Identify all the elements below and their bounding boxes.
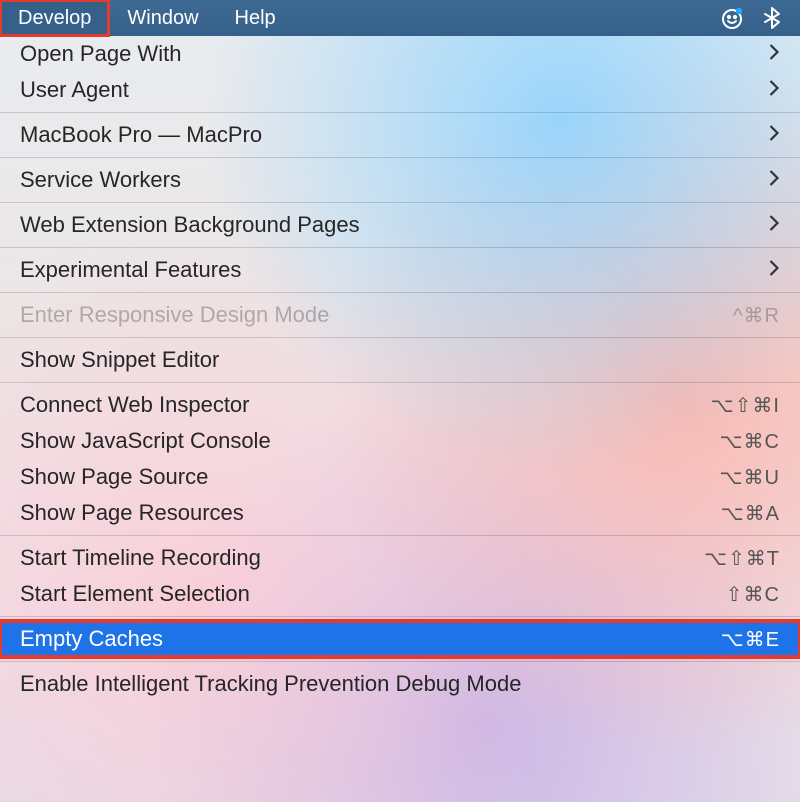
menu-item-enable-intelligent-tracking-prevention-debug-mode[interactable]: Enable Intelligent Tracking Prevention D… <box>0 666 800 702</box>
menu-item-label: Show JavaScript Console <box>20 428 720 454</box>
menu-item-enter-responsive-design-mode: Enter Responsive Design Mode^⌘R <box>0 297 800 333</box>
chevron-right-icon <box>767 212 780 238</box>
menu-item-label: Show Page Resources <box>20 500 721 526</box>
menu-item-shortcut: ⌥⌘C <box>720 429 781 454</box>
menu-item-show-javascript-console[interactable]: Show JavaScript Console⌥⌘C <box>0 423 800 459</box>
menu-separator <box>0 337 800 338</box>
mx-notification-icon[interactable] <box>712 6 752 30</box>
menu-item-shortcut: ⌥⇧⌘T <box>704 546 780 571</box>
menubar-item-develop[interactable]: Develop <box>0 0 109 36</box>
menu-item-open-page-with[interactable]: Open Page With <box>0 36 800 72</box>
menubar: Develop Window Help <box>0 0 800 36</box>
menu-item-label: Show Page Source <box>20 464 720 490</box>
menu-item-label: MacBook Pro — MacPro <box>20 122 767 148</box>
menu-item-shortcut: ⌥⌘U <box>720 465 781 490</box>
menu-item-label: User Agent <box>20 77 767 103</box>
menu-item-empty-caches[interactable]: Empty Caches⌥⌘E <box>0 621 800 657</box>
menu-item-user-agent[interactable]: User Agent <box>0 72 800 108</box>
bluetooth-icon[interactable] <box>752 6 792 30</box>
menu-item-label: Show Snippet Editor <box>20 347 780 373</box>
menu-item-shortcut: ⌥⌘A <box>721 501 780 526</box>
menu-item-label: Web Extension Background Pages <box>20 212 767 238</box>
menu-item-experimental-features[interactable]: Experimental Features <box>0 252 800 288</box>
chevron-right-icon <box>767 257 780 283</box>
menu-item-label: Start Timeline Recording <box>20 545 704 571</box>
menu-item-show-page-source[interactable]: Show Page Source⌥⌘U <box>0 459 800 495</box>
menu-item-start-timeline-recording[interactable]: Start Timeline Recording⌥⇧⌘T <box>0 540 800 576</box>
menu-item-web-extension-background-pages[interactable]: Web Extension Background Pages <box>0 207 800 243</box>
chevron-right-icon <box>767 77 780 103</box>
chevron-right-icon <box>767 167 780 193</box>
menu-item-shortcut: ⇧⌘C <box>726 582 780 607</box>
menu-item-label: Connect Web Inspector <box>20 392 711 418</box>
menu-separator <box>0 661 800 662</box>
menu-item-shortcut: ⌥⇧⌘I <box>711 393 780 418</box>
menu-item-show-snippet-editor[interactable]: Show Snippet Editor <box>0 342 800 378</box>
menu-item-connect-web-inspector[interactable]: Connect Web Inspector⌥⇧⌘I <box>0 387 800 423</box>
menu-item-label: Start Element Selection <box>20 581 726 607</box>
menu-separator <box>0 616 800 617</box>
menu-separator <box>0 202 800 203</box>
menubar-label: Develop <box>18 7 91 30</box>
menu-item-label: Enable Intelligent Tracking Prevention D… <box>20 671 780 697</box>
menu-separator <box>0 535 800 536</box>
menu-separator <box>0 382 800 383</box>
chevron-right-icon <box>767 41 780 67</box>
chevron-right-icon <box>767 122 780 148</box>
menu-item-show-page-resources[interactable]: Show Page Resources⌥⌘A <box>0 495 800 531</box>
menu-separator <box>0 247 800 248</box>
menubar-label: Help <box>235 7 276 30</box>
menu-item-label: Service Workers <box>20 167 767 193</box>
menu-separator <box>0 112 800 113</box>
menu-item-label: Open Page With <box>20 41 767 67</box>
menu-item-label: Enter Responsive Design Mode <box>20 302 733 328</box>
develop-menu: Open Page With User Agent MacBook Pro — Ma… <box>0 36 800 702</box>
menubar-label: Window <box>127 7 198 30</box>
menu-item-shortcut: ⌥⌘E <box>721 627 780 652</box>
menu-item-label: Empty Caches <box>20 626 721 652</box>
menu-item-label: Experimental Features <box>20 257 767 283</box>
menu-separator <box>0 157 800 158</box>
menubar-item-window[interactable]: Window <box>109 0 216 36</box>
menu-item-shortcut: ^⌘R <box>733 303 780 328</box>
menubar-item-help[interactable]: Help <box>217 0 294 36</box>
menu-item-service-workers[interactable]: Service Workers <box>0 162 800 198</box>
menu-item-macbook-pro-macpro[interactable]: MacBook Pro — MacPro <box>0 117 800 153</box>
menu-item-start-element-selection[interactable]: Start Element Selection⇧⌘C <box>0 576 800 612</box>
menu-separator <box>0 292 800 293</box>
